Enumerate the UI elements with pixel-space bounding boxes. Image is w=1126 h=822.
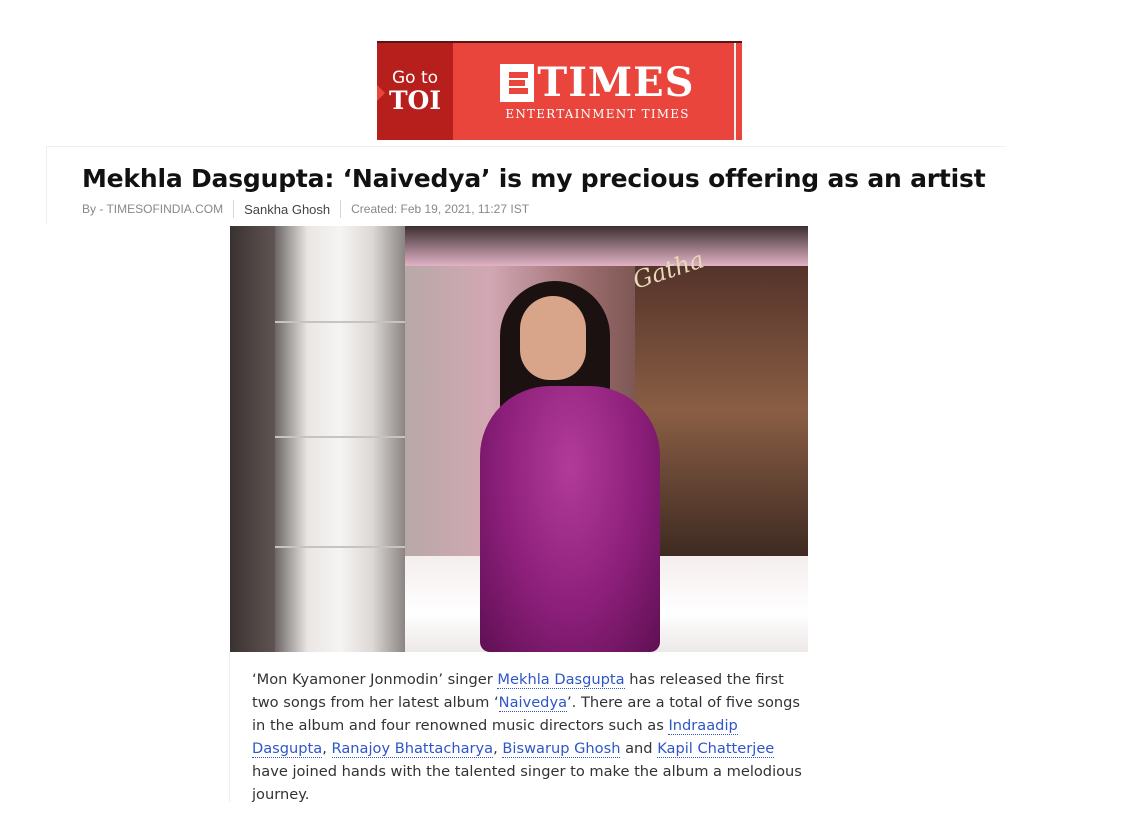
brand-subtitle: ENTERTAINMENT TIMES bbox=[505, 106, 690, 121]
e-letter-icon bbox=[500, 63, 535, 102]
article-meta: By - TIMESOFINDIA.COM Sankha Ghosh Creat… bbox=[82, 200, 529, 218]
etimes-logo[interactable]: TIMES ENTERTAINMENT TIMES bbox=[453, 43, 742, 140]
byline: By - TIMESOFINDIA.COM bbox=[82, 202, 224, 216]
etimes-banner[interactable]: Go to TOI TIMES ENTERTAINMENT TIMES bbox=[377, 41, 742, 140]
author-name[interactable]: Sankha Ghosh bbox=[244, 202, 330, 217]
page: Go to TOI TIMES ENTERTAINMENT TIMES Mekh… bbox=[0, 0, 1126, 822]
etimes-wordmark: TIMES bbox=[500, 58, 695, 106]
store-front bbox=[635, 266, 808, 556]
article-headline: Mekhla Dasgupta: ‘Naivedya’ is my precio… bbox=[82, 164, 986, 193]
article-paragraph: ‘Mon Kyamoner Jonmodin’ singer Mekhla Da… bbox=[252, 671, 802, 803]
link-biswarup-ghosh[interactable]: Biswarup Ghosh bbox=[502, 740, 621, 758]
created-date: Created: Feb 19, 2021, 11:27 IST bbox=[351, 202, 530, 216]
toi-label: TOI bbox=[388, 85, 442, 115]
link-mekhla-dasgupta[interactable]: Mekhla Dasgupta bbox=[497, 671, 625, 689]
go-to-toi-button[interactable]: Go to TOI bbox=[377, 43, 453, 140]
mall-pillar bbox=[275, 226, 405, 652]
person-figure bbox=[480, 386, 660, 652]
brand-name: TIMES bbox=[537, 58, 695, 106]
meta-divider bbox=[340, 200, 342, 218]
meta-divider bbox=[233, 200, 235, 218]
link-kapil-chatterjee[interactable]: Kapil Chatterjee bbox=[657, 740, 775, 758]
link-naivedya[interactable]: Naivedya bbox=[498, 694, 568, 712]
article-photo: Gatha bbox=[230, 226, 808, 652]
goto-label: Go to bbox=[391, 67, 439, 88]
link-ranajoy-bhattacharya[interactable]: Ranajoy Bhattacharya bbox=[331, 740, 494, 758]
